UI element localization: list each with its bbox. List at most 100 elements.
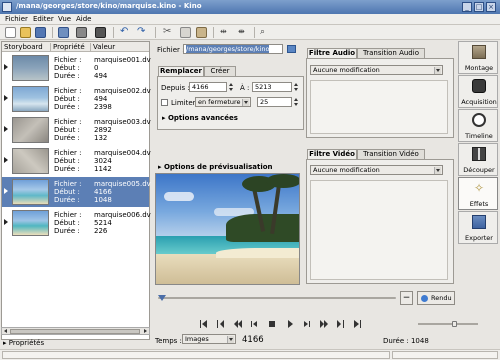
clip-row[interactable]: Fichier : Début : Durée : marquise003.dv… (2, 115, 151, 145)
forward-icon[interactable] (320, 320, 328, 328)
tab-video-filter[interactable]: Filtre Vidéo (307, 149, 357, 159)
limit-mode-select[interactable]: en fermeture à (195, 97, 251, 107)
rewind-icon[interactable] (234, 320, 242, 328)
volume-knob[interactable] (452, 321, 457, 327)
render-button[interactable]: Rendu (417, 291, 455, 305)
col-property[interactable]: Propriété (53, 43, 85, 51)
maximize-button[interactable]: □ (474, 2, 484, 12)
sidebar-item-effets[interactable]: ✧ Effets (458, 177, 498, 210)
limit-value-input[interactable]: 25 (257, 97, 292, 107)
advanced-options-expander[interactable]: ▸ Options avancées (162, 114, 238, 122)
col-value[interactable]: Valeur (93, 43, 115, 51)
step-back-icon[interactable] (251, 320, 259, 328)
zoom-icon[interactable]: ⌕ (260, 27, 271, 38)
montage-icon (472, 45, 486, 59)
menu-vue[interactable]: Vue (58, 15, 71, 23)
from-spinner[interactable] (228, 82, 234, 92)
scroll-thumb[interactable] (10, 329, 140, 334)
expand-arrow-icon[interactable] (4, 64, 8, 70)
expand-arrow-icon[interactable] (4, 126, 8, 132)
col-storyboard[interactable]: Storyboard (4, 43, 43, 51)
duration-label: Durée : (54, 72, 80, 80)
expand-arrow-icon[interactable] (4, 188, 8, 194)
play-icon[interactable] (286, 320, 294, 328)
menu-fichier[interactable]: Fichier (5, 15, 28, 23)
preview-options-expander[interactable]: ▸ Options de prévisualisation (158, 163, 273, 171)
to-input[interactable]: 5213 (252, 82, 292, 92)
split-scene-icon[interactable]: ⇹ (220, 27, 231, 38)
minimize-button[interactable]: _ (462, 2, 472, 12)
tab-replace[interactable]: Remplacer (158, 66, 204, 76)
new-file-icon[interactable] (5, 27, 16, 38)
from-input[interactable]: 4166 (189, 82, 227, 92)
film-icon[interactable] (95, 27, 106, 38)
prev-scene-icon[interactable] (217, 320, 225, 328)
start-label: Début : (54, 219, 80, 227)
close-button[interactable]: × (486, 2, 496, 12)
from-label: Depuis : (161, 84, 190, 92)
to-spinner[interactable] (293, 82, 299, 92)
open-icon[interactable] (20, 27, 31, 38)
clip-row[interactable]: Fichier : Début : Durée : marquise004.dv… (2, 146, 151, 176)
time-format-select[interactable]: Images (182, 334, 236, 344)
sidebar-item-decouper[interactable]: Découper (458, 143, 498, 176)
undo-icon[interactable]: ↶ (120, 27, 131, 38)
split-icon[interactable] (76, 27, 87, 38)
toolbar-separator (155, 27, 156, 38)
scroll-right-icon[interactable] (144, 329, 147, 333)
end-icon[interactable] (354, 320, 362, 328)
redo-icon[interactable]: ↷ (137, 27, 148, 38)
sidebar-item-exporter[interactable]: Exporter (458, 211, 498, 244)
save-icon[interactable] (35, 27, 46, 38)
clip-row[interactable]: Fichier : Début : Durée : marquise006.dv… (2, 208, 151, 238)
slider-track (158, 297, 396, 299)
transport-controls (200, 319, 380, 329)
join-icon[interactable]: ⇼ (238, 27, 249, 38)
browse-folder-icon[interactable] (287, 45, 296, 53)
preview-sand (156, 254, 299, 284)
menu-aide[interactable]: Aide (76, 15, 91, 23)
paste-icon[interactable] (196, 27, 207, 38)
sidebar-item-timeline[interactable]: Timeline (458, 109, 498, 142)
next-scene-icon[interactable] (337, 320, 345, 328)
storyboard-hscrollbar[interactable] (1, 327, 150, 335)
cut-icon[interactable]: ✂ (163, 27, 174, 38)
expand-arrow-icon[interactable] (4, 157, 8, 163)
start-icon[interactable] (200, 320, 208, 328)
clip-start: 2892 (94, 126, 112, 134)
tab-audio-filter[interactable]: Filtre Audio (307, 48, 357, 58)
tab-create[interactable]: Créer (204, 66, 236, 76)
position-slider[interactable] (158, 295, 396, 301)
clip-thumbnail (12, 55, 49, 81)
clip-file: marquise004.dv (94, 149, 151, 157)
copy-icon[interactable] (180, 27, 191, 38)
sidebar-item-montage[interactable]: Montage (458, 41, 498, 74)
menu-editer[interactable]: Editer (33, 15, 54, 23)
expand-arrow-icon[interactable] (4, 219, 8, 225)
step-forward-icon[interactable] (303, 320, 311, 328)
zoom-out-button[interactable]: − (400, 291, 413, 305)
clip-duration: 2398 (94, 103, 112, 111)
properties-expander[interactable]: ▸ Propriétés (3, 339, 44, 347)
clip-row[interactable]: Fichier : Début : Durée : marquise002.dv… (2, 84, 151, 114)
video-filter-select[interactable]: Aucune modification (310, 165, 443, 175)
clip-row-selected[interactable]: Fichier : Début : Durée : marquise005.dv… (2, 177, 151, 207)
scroll-left-icon[interactable] (4, 329, 7, 333)
status-progress (392, 351, 498, 359)
limit-spinner[interactable] (293, 97, 299, 107)
limit-checkbox[interactable] (161, 99, 168, 106)
slider-knob[interactable] (158, 295, 166, 301)
stop-icon[interactable] (268, 320, 276, 328)
audio-filter-select[interactable]: Aucune modification (310, 65, 443, 75)
sidebar-item-acquisition[interactable]: Acquisition (458, 75, 498, 108)
capture-icon[interactable] (58, 27, 69, 38)
file-label: Fichier : (54, 87, 82, 95)
volume-slider[interactable] (418, 321, 478, 327)
file-path-input[interactable]: /mana/georges/store/kino (183, 44, 283, 54)
expand-arrow-icon[interactable] (4, 95, 8, 101)
tab-audio-transition[interactable]: Transition Audio (357, 48, 425, 58)
tab-video-transition[interactable]: Transition Vidéo (357, 149, 425, 159)
duration-readout: Durée : 1048 (383, 337, 429, 345)
clip-row[interactable]: Fichier : Début : Durée : marquise001.dv… (2, 53, 151, 83)
app-icon (2, 2, 12, 12)
